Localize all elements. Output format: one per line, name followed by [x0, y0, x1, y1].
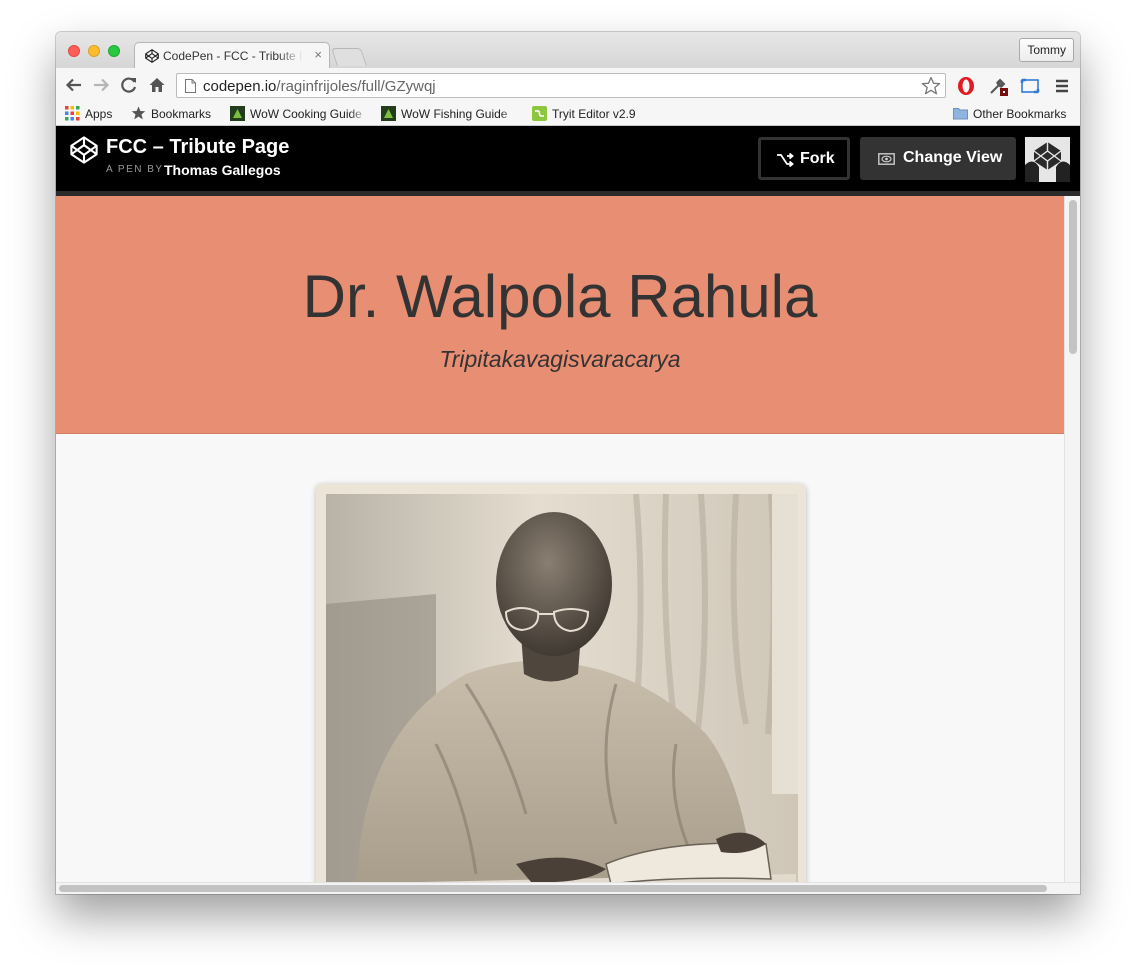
bookmark-apps[interactable]: Apps: [65, 106, 127, 122]
vertical-scrollbar[interactable]: [1064, 196, 1080, 882]
tab-title: CodePen - FCC - Tribute Page: [163, 49, 303, 63]
bookmark-other[interactable]: Other Bookmarks: [953, 106, 1075, 122]
url-path: /raginfrijoles/full/GZywqj: [276, 78, 436, 95]
bookmark-tryit-editor-label: Tryit Editor v2.9: [552, 107, 636, 121]
minimize-window-button[interactable]: [88, 45, 100, 57]
bookmark-bookmarks[interactable]: Bookmarks: [131, 106, 221, 122]
window-resize-icon[interactable]: [1020, 76, 1040, 96]
tab-strip: CodePen - FCC - Tribute Page × Tommy: [56, 32, 1080, 68]
codepen-icon: [145, 49, 159, 63]
opera-icon[interactable]: [956, 76, 976, 96]
horizontal-scroll-thumb[interactable]: [59, 885, 1047, 892]
bookmarks-bar: Apps Bookmarks WoW Cooking Guide WoW Fis…: [56, 103, 1080, 126]
page-icon: [185, 79, 196, 93]
portrait-photo: [316, 484, 806, 882]
change-view-button[interactable]: Change View: [860, 137, 1016, 180]
eyedropper-icon[interactable]: [988, 76, 1008, 96]
portrait-image: [316, 484, 806, 882]
tab-close-icon[interactable]: ×: [314, 47, 322, 62]
reload-icon[interactable]: [120, 76, 138, 94]
star-icon: [131, 106, 146, 120]
folder-icon: [953, 108, 968, 120]
browser-toolbar: codepen.io/raginfrijoles/full/GZywqj: [56, 68, 1080, 103]
user-avatar[interactable]: [1025, 137, 1070, 182]
close-window-button[interactable]: [68, 45, 80, 57]
bookmark-wow-cooking-label: WoW Cooking Guide: [250, 107, 362, 121]
page-content: Dr. Walpola Rahula Tripitakavagisvaracar…: [56, 196, 1064, 882]
page-title: Dr. Walpola Rahula: [302, 263, 818, 330]
codepen-header: FCC – Tribute Page A PEN BY Thomas Galle…: [56, 126, 1080, 196]
bookmark-tryit-editor[interactable]: Tryit Editor v2.9: [532, 106, 652, 122]
bookmark-wow-fishing[interactable]: WoW Fishing Guide: [381, 106, 521, 122]
apps-grid-icon: [65, 106, 80, 121]
home-icon[interactable]: [148, 76, 166, 94]
browser-window: CodePen - FCC - Tribute Page × Tommy cod…: [56, 32, 1080, 894]
address-bar[interactable]: codepen.io/raginfrijoles/full/GZywqj: [176, 73, 946, 98]
fork-button[interactable]: Fork: [758, 137, 850, 180]
bookmark-other-label: Other Bookmarks: [973, 107, 1067, 121]
zoom-window-button[interactable]: [108, 45, 120, 57]
pen-author-link[interactable]: Thomas Gallegos: [164, 162, 281, 178]
w3schools-icon: [532, 106, 547, 121]
vertical-scroll-thumb[interactable]: [1069, 200, 1077, 354]
bookmark-wow-fishing-label: WoW Fishing Guide: [401, 107, 508, 121]
bookmark-bookmarks-label: Bookmarks: [151, 107, 212, 121]
codepen-logo-icon[interactable]: [70, 136, 98, 164]
bookmark-wow-cooking[interactable]: WoW Cooking Guide: [230, 106, 370, 122]
horizontal-scrollbar[interactable]: [56, 882, 1080, 894]
hero-banner: Dr. Walpola Rahula Tripitakavagisvaracar…: [56, 196, 1064, 434]
wow-guide-icon: [381, 106, 396, 121]
new-tab-button[interactable]: [331, 48, 367, 66]
avatar-image: [1025, 137, 1070, 182]
pen-title: FCC – Tribute Page: [106, 136, 290, 158]
fork-label: Fork: [800, 150, 835, 167]
menu-icon[interactable]: [1052, 76, 1072, 96]
fork-icon: [777, 153, 794, 167]
browser-tab[interactable]: CodePen - FCC - Tribute Page ×: [134, 42, 330, 68]
back-icon[interactable]: [65, 76, 83, 94]
bookmark-apps-label: Apps: [85, 107, 113, 121]
url-text: codepen.io/raginfrijoles/full/GZywqj: [203, 78, 436, 95]
bookmark-star-icon[interactable]: [921, 76, 941, 96]
eye-icon: [878, 153, 895, 165]
url-host: codepen.io: [203, 78, 277, 95]
forward-icon[interactable]: [92, 76, 110, 94]
pen-by-label: A PEN BY: [106, 164, 164, 175]
profile-button[interactable]: Tommy: [1019, 38, 1074, 62]
change-view-label: Change View: [903, 149, 1003, 166]
page-subtitle: Tripitakavagisvaracarya: [439, 346, 681, 372]
wow-guide-icon: [230, 106, 245, 121]
